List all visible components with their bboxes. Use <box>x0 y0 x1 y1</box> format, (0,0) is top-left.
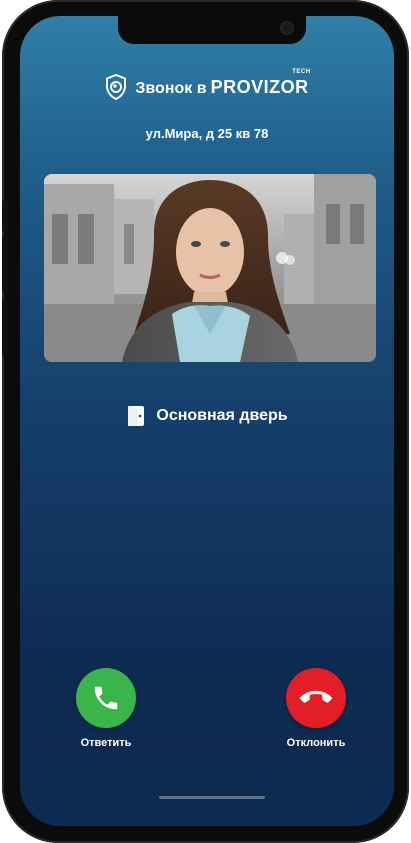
phone-frame: Звонок в PROVIZOR TECH ул.Мира, д 25 кв … <box>2 0 409 843</box>
call-address: ул.Мира, д 25 кв 78 <box>145 126 269 141</box>
phone-hangup-icon <box>300 690 332 703</box>
brand-prefix: Звонок в <box>135 79 207 97</box>
volume-down-button <box>2 298 8 356</box>
intercom-video-preview <box>44 174 376 362</box>
notch <box>118 16 306 44</box>
brand-tag: TECH <box>292 68 311 75</box>
video-frame <box>44 174 376 362</box>
decline-label: Отклонить <box>286 737 346 749</box>
phone-icon <box>94 686 118 710</box>
answer-label: Ответить <box>80 737 132 749</box>
volume-up-button <box>2 235 8 293</box>
brand-name: PROVIZOR <box>210 76 309 97</box>
door-label: Основная дверь <box>156 407 288 424</box>
brand-title: Звонок в PROVIZOR TECH <box>135 69 310 98</box>
call-screen: Звонок в PROVIZOR TECH ул.Мира, д 25 кв … <box>20 16 394 826</box>
mute-switch <box>2 200 8 232</box>
front-camera <box>282 23 292 33</box>
home-indicator[interactable] <box>159 796 265 799</box>
answer-button[interactable] <box>76 668 136 728</box>
decline-button[interactable] <box>286 668 346 728</box>
shield-eye-icon <box>106 74 127 100</box>
door-info: Основная дверь <box>20 404 394 428</box>
brand-header: Звонок в PROVIZOR TECH <box>20 69 394 100</box>
door-icon <box>128 406 145 426</box>
